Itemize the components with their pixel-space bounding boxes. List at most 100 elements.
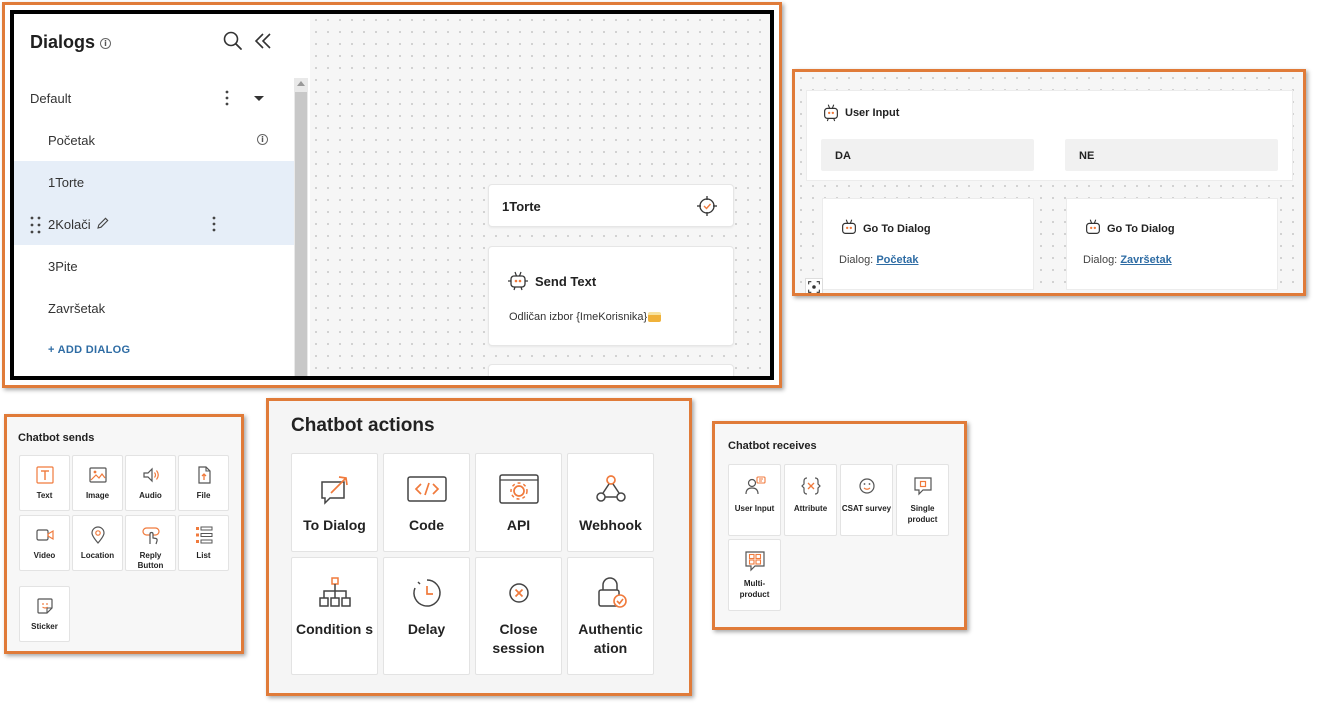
send-text-title: Send Text	[535, 274, 597, 289]
cake-emoji-icon	[648, 312, 662, 323]
bot-icon	[842, 219, 856, 234]
authentication-icon	[598, 577, 627, 608]
option-ne[interactable]: NE	[1065, 139, 1278, 171]
audio-icon	[143, 467, 159, 483]
dialog-group-default[interactable]: Default	[14, 77, 294, 119]
scroll-up-arrow-icon[interactable]	[297, 81, 305, 86]
action-api-tile[interactable]: API	[475, 453, 562, 552]
sticker-icon	[37, 598, 53, 614]
action-webhook-tile[interactable]: Webhook	[567, 453, 654, 552]
info-icon[interactable]: i	[100, 37, 112, 49]
sends-file-tile[interactable]: File	[178, 455, 229, 511]
sends-list-tile[interactable]: List	[178, 515, 229, 571]
dialog-card-title: 1Torte	[502, 199, 541, 214]
dialogs-editor-frame: Dialogs i Default Početak i 1Torte 2Kolač…	[10, 10, 774, 380]
reply-button-icon	[142, 527, 160, 545]
delay-icon	[413, 579, 441, 607]
attribute-icon	[801, 477, 821, 495]
user-input-panel: User Input DA NE Go To Dialog Dialog: Po…	[792, 69, 1306, 296]
action-delay-tile[interactable]: Delay	[383, 557, 470, 675]
sidebar-header: Dialogs i	[14, 14, 310, 74]
receives-single-product-tile[interactable]: Single product	[896, 464, 949, 536]
multi-product-icon	[745, 551, 765, 572]
dialog-link-pocetak[interactable]: Početak	[876, 254, 918, 266]
api-icon	[499, 474, 539, 504]
receives-attribute-tile[interactable]: Attribute	[784, 464, 837, 536]
dialog-start-card[interactable]: 1Torte	[488, 184, 734, 227]
sidebar-scrollbar[interactable]	[294, 78, 308, 376]
dialog-group-label: Default	[30, 91, 72, 106]
conditions-icon	[319, 577, 351, 607]
go-to-dialog-target: Dialog: Završetak	[1083, 254, 1172, 266]
action-close-session-tile[interactable]: Close session	[475, 557, 562, 675]
sends-image-tile[interactable]: Image	[72, 455, 123, 511]
dialog-item-2kolaci[interactable]: 2Kolači	[14, 203, 294, 245]
sends-text-tile[interactable]: Text	[19, 455, 70, 511]
go-to-dialog-target: Dialog: Početak	[839, 254, 919, 266]
user-input-icon	[745, 476, 766, 495]
send-text-card[interactable]: Send Text Odličan izbor {ImeKorisnika}	[488, 246, 734, 346]
receives-multi-product-tile[interactable]: Multi- product	[728, 539, 781, 611]
go-to-dialog-card-pocetak[interactable]: Go To Dialog Dialog: Početak	[822, 198, 1034, 290]
chatbot-actions-title: Chatbot actions	[291, 415, 435, 436]
receives-csat-survey-tile[interactable]: CSAT survey	[840, 464, 893, 536]
flow-canvas[interactable]: 1Torte Send Text Odličan izbor {ImeKoris…	[310, 14, 770, 376]
dialog-more-icon[interactable]	[210, 216, 218, 232]
image-icon	[89, 467, 107, 483]
go-to-dialog-title: Go To Dialog	[863, 223, 931, 235]
dialog-item-zavrsetak[interactable]: Završetak	[14, 287, 294, 329]
receives-user-input-tile[interactable]: User Input	[728, 464, 781, 536]
dialog-item-pocetak[interactable]: Početak i	[14, 119, 294, 161]
bot-icon	[1086, 219, 1100, 234]
chatbot-receives-title: Chatbot receives	[728, 440, 817, 452]
chatbot-actions-panel: Chatbot actions To Dialog Code API Webho…	[266, 398, 692, 696]
search-icon[interactable]	[222, 30, 244, 52]
go-to-dialog-title: Go To Dialog	[1107, 223, 1175, 235]
dialogs-editor-panel: Dialogs i Default Početak i 1Torte 2Kolač…	[2, 2, 782, 388]
dialog-item-3pite[interactable]: 3Pite	[14, 245, 294, 287]
csat-icon	[859, 478, 875, 494]
add-dialog-button[interactable]: + ADD DIALOG	[48, 344, 130, 356]
sends-location-tile[interactable]: Location	[72, 515, 123, 571]
file-icon	[198, 466, 211, 484]
edit-pencil-icon[interactable]	[96, 216, 110, 230]
crosshair-target-icon[interactable]	[696, 195, 718, 217]
info-icon[interactable]: i	[257, 134, 268, 145]
single-product-icon	[914, 477, 932, 496]
sends-video-tile[interactable]: Video	[19, 515, 70, 571]
action-to-dialog-tile[interactable]: To Dialog	[291, 453, 378, 552]
sends-audio-tile[interactable]: Audio	[125, 455, 176, 511]
go-to-dialog-card-zavrsetak[interactable]: Go To Dialog Dialog: Završetak	[1066, 198, 1278, 290]
user-input-title: User Input	[845, 107, 900, 119]
dialog-item-label: Početak	[48, 133, 95, 148]
code-icon	[407, 476, 447, 502]
action-authentication-tile[interactable]: Authentic ation	[567, 557, 654, 675]
dialog-item-1torte[interactable]: 1Torte	[14, 161, 294, 203]
webhook-icon	[596, 475, 626, 502]
option-da[interactable]: DA	[821, 139, 1034, 171]
drag-handle-icon[interactable]	[29, 215, 43, 235]
to-dialog-icon	[321, 476, 348, 505]
next-element-card[interactable]	[488, 364, 734, 376]
chatbot-sends-panel: Chatbot sends Text Image Audio File Vide…	[4, 414, 244, 654]
dialog-item-label: 1Torte	[48, 175, 85, 190]
sends-sticker-tile[interactable]: Sticker	[19, 586, 70, 642]
group-more-icon[interactable]	[223, 90, 231, 106]
scrollbar-thumb[interactable]	[295, 92, 307, 376]
location-icon	[91, 526, 105, 544]
group-expand-caret-icon[interactable]	[254, 96, 264, 101]
dialog-item-label: 3Pite	[48, 259, 78, 274]
user-input-card[interactable]: User Input DA NE	[806, 90, 1293, 181]
close-session-icon	[509, 583, 529, 603]
sends-reply-button-tile[interactable]: Reply Button	[125, 515, 176, 571]
fit-view-icon[interactable]	[805, 278, 823, 296]
dialogs-sidebar: Dialogs i Default Početak i 1Torte 2Kolač…	[14, 14, 310, 376]
collapse-sidebar-icon[interactable]	[252, 30, 274, 52]
text-icon	[36, 466, 54, 484]
dialog-item-label: 2Kolači	[48, 217, 91, 232]
list-icon	[196, 526, 213, 544]
action-conditions-tile[interactable]: Condition s	[291, 557, 378, 675]
action-code-tile[interactable]: Code	[383, 453, 470, 552]
dialogs-title: Dialogs i	[30, 32, 112, 53]
dialog-link-zavrsetak[interactable]: Završetak	[1120, 254, 1171, 266]
